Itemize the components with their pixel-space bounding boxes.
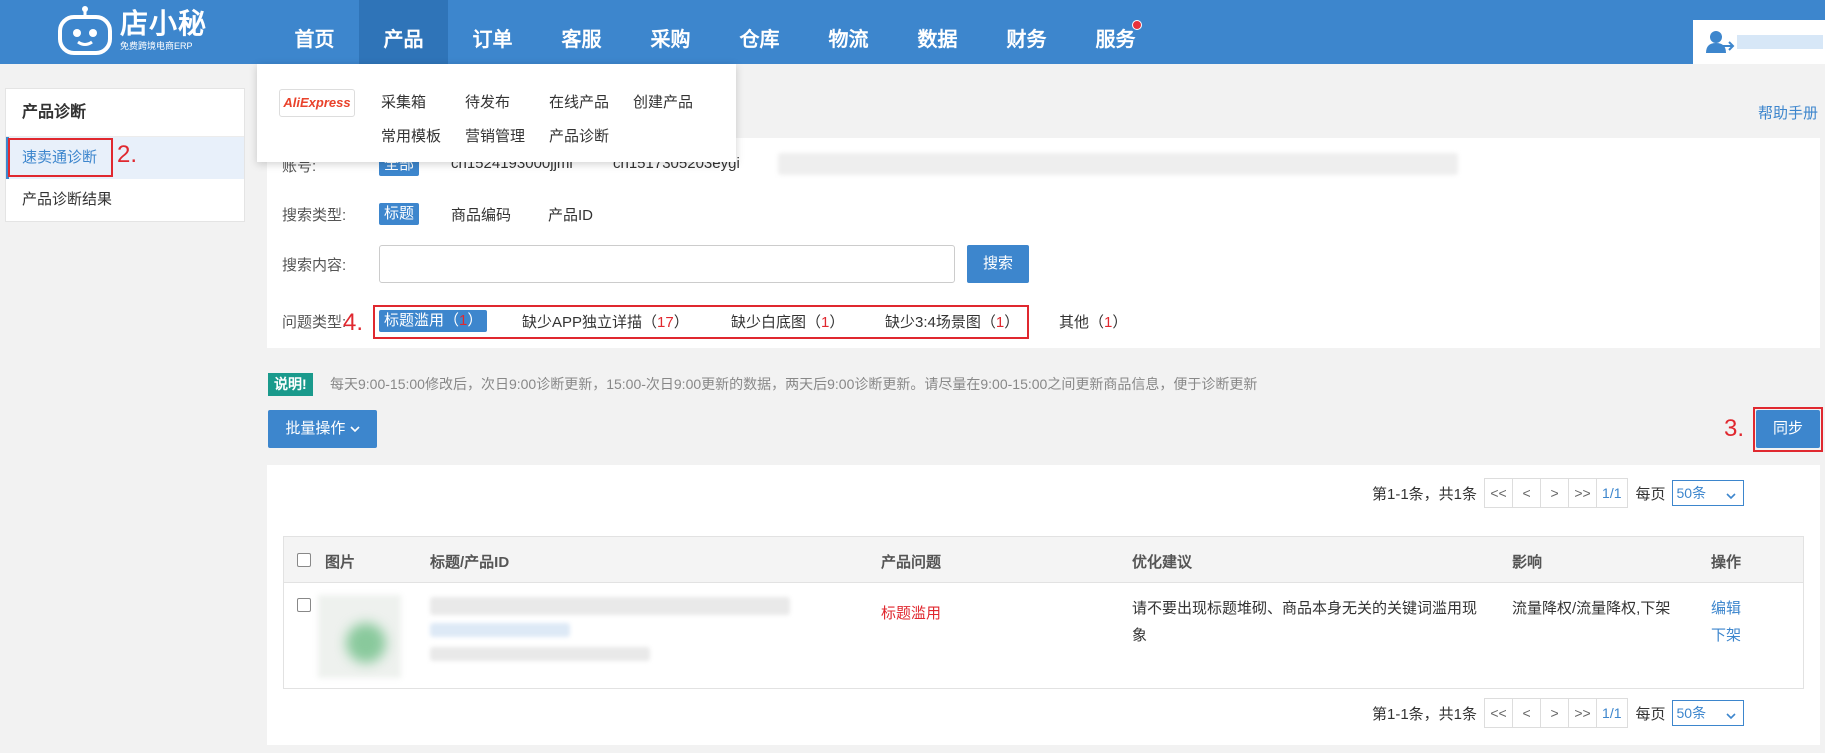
problem-type-label-text: 其他 bbox=[1059, 314, 1090, 331]
column-impact: 影响 bbox=[1512, 554, 1543, 571]
aliexpress-logo[interactable]: AliExpress bbox=[279, 89, 355, 117]
column-image: 图片 bbox=[325, 554, 356, 571]
page-next-button[interactable]: > bbox=[1540, 698, 1570, 728]
robot-logo-icon bbox=[56, 5, 114, 55]
page-first-button[interactable]: << bbox=[1484, 698, 1514, 728]
menu-item-marketing[interactable]: 营销管理 bbox=[465, 125, 525, 146]
search-type-label: 搜索类型: bbox=[282, 207, 347, 224]
search-content-label: 搜索内容: bbox=[282, 257, 347, 274]
per-page-value: 50条 bbox=[1676, 705, 1707, 721]
top-navbar: 店小秘 免费跨境电商ERP 首页 产品 订单 客服 采购 仓库 物流 数据 财务… bbox=[0, 0, 1825, 64]
product-title-blurred bbox=[430, 597, 790, 615]
menu-item-to-publish[interactable]: 待发布 bbox=[465, 91, 510, 112]
select-all-checkbox[interactable] bbox=[297, 553, 311, 567]
menu-item-online-products[interactable]: 在线产品 bbox=[549, 91, 609, 112]
annotation-number-2: 2. bbox=[117, 141, 138, 168]
sidebar-title: 产品诊断 bbox=[6, 89, 244, 137]
menu-item-create-product[interactable]: 创建产品 bbox=[633, 91, 693, 112]
annotation-box-2 bbox=[8, 138, 113, 177]
nav-item-logistics[interactable]: 物流 bbox=[804, 0, 893, 64]
nav-item-customer-service[interactable]: 客服 bbox=[537, 0, 626, 64]
notice-tag: 说明! bbox=[268, 373, 313, 396]
nav-item-finance[interactable]: 财务 bbox=[982, 0, 1071, 64]
nav-item-warehouse[interactable]: 仓库 bbox=[715, 0, 804, 64]
edit-link[interactable]: 编辑 bbox=[1711, 597, 1741, 618]
annotation-box-3 bbox=[1753, 407, 1823, 452]
diagnosis-table: 图片 标题/产品ID 产品问题 优化建议 影响 操作 标题滥用 请不要出现标题堆… bbox=[283, 536, 1804, 689]
user-icon bbox=[1705, 30, 1735, 58]
impact-text: 流量降权/流量降权,下架 bbox=[1512, 600, 1671, 617]
main-nav: 首页 产品 订单 客服 采购 仓库 物流 数据 财务 服务 bbox=[270, 0, 1160, 64]
logo-subtitle: 免费跨境电商ERP bbox=[120, 41, 193, 51]
per-page-label: 每页 bbox=[1635, 705, 1666, 723]
nav-item-services[interactable]: 服务 bbox=[1071, 0, 1160, 64]
page-prev-button[interactable]: < bbox=[1512, 698, 1542, 728]
pagination-info: 第1-1条，共1条 bbox=[1372, 485, 1478, 503]
column-title-product-id: 标题/产品ID bbox=[430, 554, 510, 571]
column-product-problem: 产品问题 bbox=[881, 554, 942, 571]
batch-operations-label: 批量操作 bbox=[285, 420, 346, 437]
per-page-select[interactable]: 50条 bbox=[1671, 700, 1744, 729]
notice-text: 每天9:00-15:00修改后，次日9:00诊断更新，15:00-次日9:00更… bbox=[330, 376, 1258, 392]
menu-item-product-diagnosis[interactable]: 产品诊断 bbox=[549, 125, 609, 146]
per-page-label: 每页 bbox=[1635, 485, 1666, 503]
page-next-button[interactable]: > bbox=[1540, 478, 1570, 508]
chevron-down-icon bbox=[350, 420, 360, 437]
problem-title-abuse: 标题滥用 bbox=[881, 605, 942, 622]
page-current[interactable]: 1/1 bbox=[1596, 478, 1628, 508]
page-prev-button[interactable]: < bbox=[1512, 478, 1542, 508]
page-current[interactable]: 1/1 bbox=[1596, 698, 1628, 728]
nav-item-purchase[interactable]: 采购 bbox=[626, 0, 715, 64]
search-type-option-product-id[interactable]: 产品ID bbox=[548, 204, 593, 225]
pagination-info: 第1-1条，共1条 bbox=[1372, 705, 1478, 723]
annotation-box-4 bbox=[373, 305, 1029, 339]
per-page-value: 50条 bbox=[1676, 485, 1707, 501]
page-first-button[interactable]: << bbox=[1484, 478, 1514, 508]
menu-item-templates[interactable]: 常用模板 bbox=[381, 125, 441, 146]
search-type-option-title[interactable]: 标题 bbox=[379, 203, 420, 225]
user-menu[interactable] bbox=[1693, 20, 1825, 64]
pagination-bottom: 第1-1条，共1条 << < > >> 1/1 每页 50条 bbox=[1372, 698, 1744, 728]
table-header: 图片 标题/产品ID 产品问题 优化建议 影响 操作 bbox=[284, 537, 1803, 583]
product-thumbnail-blurred bbox=[346, 623, 386, 663]
nav-item-products[interactable]: 产品 bbox=[359, 0, 448, 64]
nav-item-data[interactable]: 数据 bbox=[893, 0, 982, 64]
notification-dot bbox=[1132, 20, 1142, 30]
app-logo[interactable]: 店小秘 免费跨境电商ERP bbox=[56, 5, 207, 55]
products-dropdown-menu: AliExpress 采集箱 待发布 在线产品 创建产品 常用模板 营销管理 产… bbox=[257, 64, 736, 162]
column-optimization-advice: 优化建议 bbox=[1132, 554, 1193, 571]
nav-item-services-label: 服务 bbox=[1095, 29, 1136, 51]
chevron-down-icon bbox=[1725, 485, 1737, 509]
chevron-down-icon bbox=[1725, 705, 1737, 729]
search-input[interactable] bbox=[379, 245, 955, 283]
nav-item-home[interactable]: 首页 bbox=[270, 0, 359, 64]
product-meta-blurred bbox=[430, 647, 650, 661]
delist-link[interactable]: 下架 bbox=[1711, 624, 1741, 645]
sidebar-item-diagnosis-results[interactable]: 产品诊断结果 bbox=[6, 179, 244, 221]
advice-line-2: 象 bbox=[1132, 627, 1148, 644]
search-button[interactable]: 搜索 bbox=[967, 245, 1029, 283]
problem-type-other[interactable]: 其他（1） bbox=[1059, 311, 1127, 332]
problem-type-label: 问题类型: bbox=[282, 314, 347, 331]
row-checkbox[interactable] bbox=[297, 598, 311, 612]
nav-item-orders[interactable]: 订单 bbox=[448, 0, 537, 64]
advice-line-1: 请不要出现标题堆砌、商品本身无关的关键词滥用现 bbox=[1132, 600, 1478, 617]
problem-count: 1 bbox=[1104, 314, 1113, 331]
product-id-blurred bbox=[430, 623, 570, 637]
help-manual-link[interactable]: 帮助手册 bbox=[1758, 102, 1818, 123]
logo-title: 店小秘 bbox=[120, 8, 208, 39]
search-type-option-sku[interactable]: 商品编码 bbox=[451, 204, 511, 225]
batch-operations-button[interactable]: 批量操作 bbox=[268, 410, 377, 448]
pagination-top: 第1-1条，共1条 << < > >> 1/1 每页 50条 bbox=[1372, 478, 1744, 508]
menu-item-collect-box[interactable]: 采集箱 bbox=[381, 91, 426, 112]
annotation-number-3: 3. bbox=[1724, 415, 1745, 442]
page-last-button[interactable]: >> bbox=[1568, 478, 1598, 508]
per-page-select[interactable]: 50条 bbox=[1671, 480, 1744, 509]
account-options-blurred bbox=[778, 153, 1458, 175]
column-actions: 操作 bbox=[1711, 554, 1742, 571]
user-name-blurred bbox=[1737, 35, 1823, 49]
annotation-number-4: 4. bbox=[343, 309, 364, 336]
page-last-button[interactable]: >> bbox=[1568, 698, 1598, 728]
page: { "app": {"logo_title": "店小秘", "logo_sub… bbox=[0, 0, 1825, 753]
